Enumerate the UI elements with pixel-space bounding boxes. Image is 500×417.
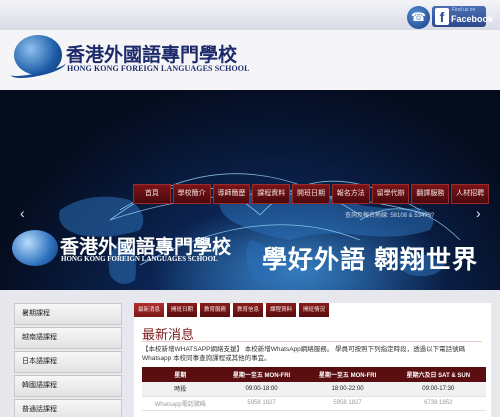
nav-enrolment[interactable]: 報名方法 xyxy=(331,184,370,204)
facebook-button[interactable]: f Find us on Facebook xyxy=(432,6,493,27)
nav-study-abroad[interactable]: 留學代辦 xyxy=(371,184,410,204)
table-cell: 09:00-17:30 xyxy=(390,382,486,397)
school-name-cn[interactable]: 香港外國語專門學校 xyxy=(66,40,237,67)
course-sidebar: 暑期課程 越南語課程 日本語課程 韓國語課程 普通話課程 xyxy=(14,303,122,417)
tab-education-info[interactable]: 教育信息 xyxy=(233,303,264,317)
nav-about[interactable]: 學校簡介 xyxy=(172,184,211,204)
facebook-label: Facebook xyxy=(451,14,494,24)
table-cell: 18:00-22:00 xyxy=(304,382,391,397)
tab-course-info[interactable]: 課程資料 xyxy=(266,303,297,317)
facebook-icon: f xyxy=(435,8,449,25)
hero-banner: 首頁 學校簡介 導師簡歷 課程資料 開班日期 報名方法 留學代辦 翻譯服務 人材… xyxy=(0,90,500,290)
phone-icon[interactable]: ☎ xyxy=(407,6,430,29)
slider-next-icon[interactable]: › xyxy=(476,205,481,221)
facebook-caption: Find us on xyxy=(452,7,476,13)
table-cell: 5958 1827 xyxy=(304,396,391,411)
table-header: 星期一至五 MON-FRI xyxy=(304,367,391,382)
tab-latest-news[interactable]: 最新消息 xyxy=(134,303,165,317)
table-header: 星期一至五 MON-FRI xyxy=(218,367,305,382)
sidebar-item-mandarin[interactable]: 普通話課程 xyxy=(14,399,122,417)
nav-translation[interactable]: 翻譯服務 xyxy=(411,184,450,204)
slider-prev-icon[interactable]: ‹ xyxy=(20,205,25,221)
sidebar-item-vietnamese[interactable]: 越南語課程 xyxy=(14,327,122,349)
table-header: 星期六及日 SAT & SUN xyxy=(390,367,486,382)
table-row: Whatsapp電話號碼 5958 1827 5958 1827 6738 18… xyxy=(142,396,486,411)
table-cell: 6738 1852 xyxy=(390,396,486,411)
sidebar-item-summer[interactable]: 暑期課程 xyxy=(14,303,122,325)
divider xyxy=(142,341,482,342)
table-cell: 時段 xyxy=(142,382,219,397)
nav-recruitment[interactable]: 人材招聘 xyxy=(451,184,490,204)
table-cell: 09:00-18:00 xyxy=(218,382,305,397)
news-body: 【本校新增WHATSAPP網絡支援】 本校新增WhatsApp網絡服務。 學員可… xyxy=(142,346,466,362)
sidebar-item-korean[interactable]: 韓國語課程 xyxy=(14,375,122,397)
nav-teachers[interactable]: 導師簡歷 xyxy=(212,184,251,204)
main-nav: 首頁 學校簡介 導師簡歷 課程資料 開班日期 報名方法 留學代辦 翻譯服務 人材… xyxy=(133,184,490,204)
top-bar: ☎ f Find us on Facebook xyxy=(0,0,500,30)
tab-class-status[interactable]: 開班情況 xyxy=(299,303,330,317)
enquiry-hotline: 查詢及報名熱線: 58108 & 53473? xyxy=(345,213,435,219)
table-cell: Whatsapp電話號碼 xyxy=(142,396,219,411)
nav-courses[interactable]: 課程資料 xyxy=(252,184,291,204)
tab-education-services[interactable]: 教育服務 xyxy=(200,303,231,317)
school-name-en: HONG KONG FOREIGN LANGUAGES SCHOOL xyxy=(67,64,250,73)
news-panel: 最新消息 開班日期 教育服務 教育信息 課程資料 開班情況 最新消息 【本校新增… xyxy=(134,303,491,417)
table-row: 時段 09:00-18:00 18:00-22:00 09:00-17:30 xyxy=(142,382,486,397)
nav-class-dates[interactable]: 開班日期 xyxy=(292,184,330,204)
banner-slogan: 學好外語 翱翔世界 xyxy=(262,246,478,274)
table-header-row: 星期 星期一至五 MON-FRI 星期一至五 MON-FRI 星期六及日 SAT… xyxy=(142,367,486,382)
whatsapp-hours-table: 星期 星期一至五 MON-FRI 星期一至五 MON-FRI 星期六及日 SAT… xyxy=(142,367,486,411)
table-cell: 5958 1827 xyxy=(218,396,305,411)
banner-school-name-en: HONG KONG FOREIGN LANGUAGES SCHOOL xyxy=(61,255,218,263)
banner-globe-icon xyxy=(12,230,58,266)
nav-home[interactable]: 首頁 xyxy=(133,184,171,204)
sidebar-item-japanese[interactable]: 日本語課程 xyxy=(14,351,122,373)
tab-class-dates[interactable]: 開班日期 xyxy=(167,303,198,317)
news-tabs: 最新消息 開班日期 教育服務 教育信息 課程資料 開班情況 xyxy=(134,303,330,317)
table-header: 星期 xyxy=(142,367,219,382)
